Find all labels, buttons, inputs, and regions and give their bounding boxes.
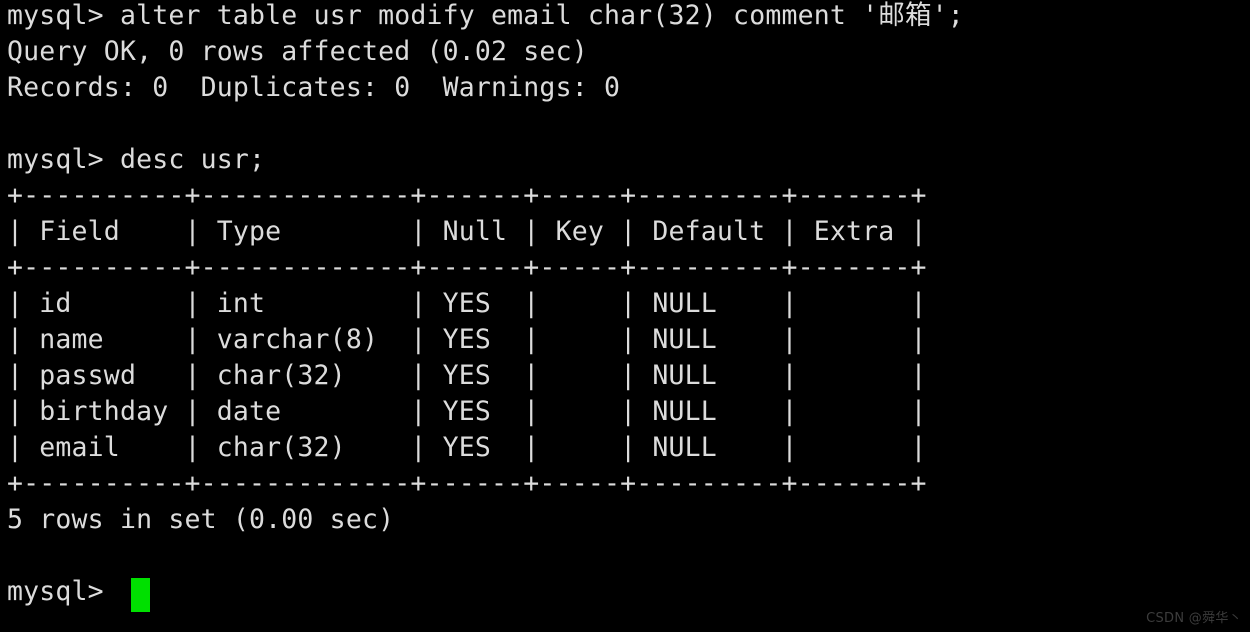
terminal-line-table-border-mid: +----------+-------------+------+-----+-…	[7, 252, 927, 283]
table-row: | passwd | char(32) | YES | | NULL | |	[7, 360, 927, 391]
terminal-line-table-border-bottom: +----------+-------------+------+-----+-…	[7, 468, 927, 499]
sql-statement-text: alter table usr modify email char(32) co…	[119, 0, 879, 31]
sql-statement-end-text: ';	[931, 0, 964, 31]
terminal-line-prompt-active: mysql>	[7, 576, 120, 607]
terminal-line-command-alter-table: mysql> alter table usr modify email char…	[7, 0, 964, 34]
prompt-text: mysql>	[7, 0, 120, 31]
terminal-line-result-query-ok: Query OK, 0 rows affected (0.02 sec)	[7, 36, 588, 67]
terminal-line-blank-1	[7, 106, 23, 142]
terminal-line-blank-2	[7, 538, 23, 574]
terminal-line-result-row-count: 5 rows in set (0.00 sec)	[7, 504, 395, 535]
table-row: | name | varchar(8) | YES | | NULL | |	[7, 324, 927, 355]
terminal-line-result-records: Records: 0 Duplicates: 0 Warnings: 0	[7, 72, 621, 103]
terminal-line-table-header-row: | Field | Type | Null | Key | Default | …	[7, 216, 927, 247]
terminal-cursor[interactable]	[131, 578, 150, 612]
table-row: | birthday | date | YES | | NULL | |	[7, 396, 927, 427]
table-row: | email | char(32) | YES | | NULL | |	[7, 432, 927, 463]
terminal-window[interactable]: mysql> alter table usr modify email char…	[0, 0, 1250, 632]
table-row: | id | int | YES | | NULL | |	[7, 288, 927, 319]
sql-comment-cjk-text: 邮箱	[878, 0, 932, 31]
terminal-line-table-border-top: +----------+-------------+------+-----+-…	[7, 180, 927, 211]
terminal-line-command-desc-usr: mysql> desc usr;	[7, 144, 266, 175]
watermark-label: CSDN @舜华丶	[1146, 611, 1242, 626]
